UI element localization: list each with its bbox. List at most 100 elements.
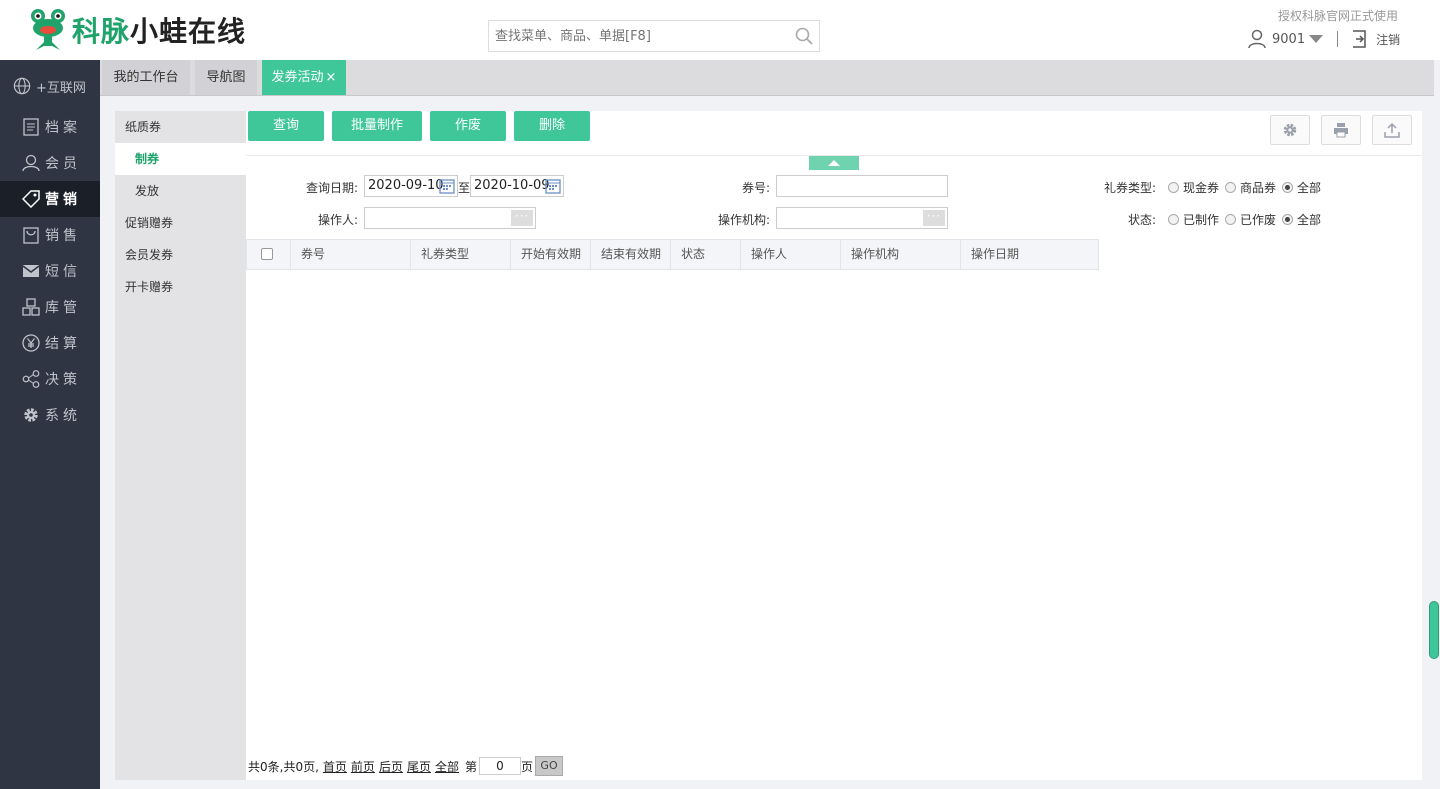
coupon-no-label: 券号: (741, 181, 770, 195)
col-start-date[interactable]: 开始有效期 (511, 240, 591, 269)
nav-item-system[interactable]: 系统 (0, 397, 100, 433)
operator-label: 操作人: (317, 213, 358, 227)
nav-item-member[interactable]: 会员 (0, 145, 100, 181)
auth-notice: 授权科脉官网正式使用 (1277, 9, 1398, 23)
nav-item-internet[interactable]: +互联网 (0, 68, 100, 104)
divider (1337, 31, 1339, 47)
nav-label: 库管 (45, 300, 81, 316)
user-icon (1248, 29, 1266, 49)
more-icon[interactable]: ··· (923, 210, 945, 226)
share-icon (22, 370, 40, 388)
nav-label: 短信 (45, 264, 81, 280)
close-icon[interactable]: × (326, 70, 337, 85)
scrollbar-thumb[interactable] (1429, 601, 1439, 659)
pager-first[interactable]: 首页 (323, 758, 347, 775)
nav-item-archive[interactable]: 档案 (0, 109, 100, 145)
nav-item-inventory[interactable]: 库管 (0, 289, 100, 325)
tab-label: 导航图 (206, 70, 246, 85)
col-coupon-no[interactable]: 券号 (291, 240, 411, 269)
nav-item-decision[interactable]: 决策 (0, 361, 100, 397)
upload-icon (1384, 122, 1400, 138)
search-input[interactable] (489, 21, 779, 51)
nav-label: 决策 (45, 372, 81, 388)
nav-item-sales[interactable]: 销售 (0, 217, 100, 253)
select-all-cell (247, 240, 291, 269)
nav-item-marketing[interactable]: 营销 (0, 181, 100, 217)
print-button[interactable] (1321, 115, 1361, 145)
delete-button[interactable]: 删除 (514, 111, 590, 141)
calendar-icon[interactable] (545, 178, 561, 194)
submenu-distribute[interactable]: 发放 (115, 175, 246, 207)
void-button[interactable]: 作废 (430, 111, 506, 141)
page-number-input[interactable]: 0 (479, 757, 521, 775)
global-search[interactable] (488, 20, 820, 52)
mail-icon (22, 262, 40, 280)
org-input[interactable]: ··· (776, 207, 948, 229)
go-button[interactable]: GO (535, 756, 564, 776)
search-icon[interactable] (795, 27, 813, 45)
tab-coupon-activity[interactable]: 发券活动 × (262, 60, 346, 95)
org-label: 操作机构: (717, 213, 770, 227)
select-all-checkbox[interactable] (261, 248, 273, 260)
pager-summary: 共0条,共0页, (248, 759, 319, 774)
col-coupon-type[interactable]: 礼券类型 (411, 240, 511, 269)
calendar-icon[interactable] (439, 178, 455, 194)
pager-prev[interactable]: 前页 (351, 758, 375, 775)
export-button[interactable] (1372, 115, 1412, 145)
nav-label: 档案 (45, 120, 81, 136)
coupon-type-goods-radio[interactable]: 商品券 (1225, 179, 1276, 196)
tab-label: 我的工作台 (113, 70, 179, 85)
tab-navigation-map[interactable]: 导航图 (195, 60, 257, 95)
nav-item-settlement[interactable]: 结算 (0, 325, 100, 361)
status-made-radio[interactable]: 已制作 (1168, 211, 1219, 228)
nav-item-sms[interactable]: 短信 (0, 253, 100, 289)
date-to-value: 2020-10-09 (474, 178, 550, 193)
query-button[interactable]: 查询 (248, 111, 324, 141)
username[interactable]: 9001 (1272, 32, 1305, 47)
logo[interactable]: 科脉小蛙在线 (28, 8, 246, 52)
radio-dot (1168, 182, 1179, 193)
status-all-radio[interactable]: 全部 (1282, 211, 1321, 228)
coupon-type-all-radio[interactable]: 全部 (1282, 179, 1321, 196)
col-end-date[interactable]: 结束有效期 (591, 240, 671, 269)
operator-input[interactable]: ··· (364, 207, 536, 229)
brand-dark-text: 小蛙在线 (130, 15, 247, 48)
coupon-no-input[interactable] (776, 175, 948, 197)
tag-icon (22, 190, 40, 208)
col-org[interactable]: 操作机构 (841, 240, 961, 269)
radio-label: 全部 (1297, 213, 1322, 227)
pager-all[interactable]: 全部 (435, 758, 459, 775)
tab-workbench[interactable]: 我的工作台 (102, 60, 190, 95)
more-icon[interactable]: ··· (511, 210, 533, 226)
brand-green-text: 科脉 (72, 15, 131, 48)
brand-name: 科脉小蛙在线 (72, 10, 246, 50)
collapse-filter-toggle[interactable] (809, 156, 859, 170)
yen-icon (22, 334, 40, 352)
logout-icon[interactable] (1352, 30, 1368, 48)
col-op-date[interactable]: 操作日期 (961, 240, 1098, 269)
top-header: 科脉小蛙在线 授权科脉官网正式使用 9001 注销 (0, 0, 1440, 60)
submenu-card-gift[interactable]: 开卡赠券 (115, 271, 246, 303)
coupon-type-cash-radio[interactable]: 现金券 (1168, 179, 1219, 196)
nav-label: 系统 (45, 408, 81, 424)
pager-last[interactable]: 尾页 (407, 758, 431, 775)
pagination: 共0条,共0页, 首页 前页 后页 尾页 全部 第 0 页 GO (248, 755, 564, 777)
batch-make-button[interactable]: 批量制作 (332, 111, 422, 141)
settings-button[interactable] (1270, 115, 1310, 145)
logout-link[interactable]: 注销 (1376, 31, 1400, 48)
col-operator[interactable]: 操作人 (741, 240, 841, 269)
status-void-radio[interactable]: 已作废 (1225, 211, 1276, 228)
submenu-promo-gift[interactable]: 促销赠券 (115, 207, 246, 239)
radio-dot-checked (1282, 214, 1293, 225)
gear-icon (22, 406, 40, 424)
submenu-member-coupon[interactable]: 会员发券 (115, 239, 246, 271)
submenu-paper-coupon[interactable]: 纸质券 (115, 111, 246, 143)
chevron-down-icon[interactable] (1309, 35, 1324, 43)
date-from-input[interactable]: 2020-09-10 (364, 175, 458, 197)
pager-next[interactable]: 后页 (379, 758, 403, 775)
col-status[interactable]: 状态 (671, 240, 741, 269)
pager-page-prefix: 第 (464, 759, 477, 774)
date-to-input[interactable]: 2020-10-09 (470, 175, 564, 197)
submenu-make-coupon[interactable]: 制券 (115, 143, 246, 175)
pager-page-suffix: 页 (521, 759, 534, 774)
